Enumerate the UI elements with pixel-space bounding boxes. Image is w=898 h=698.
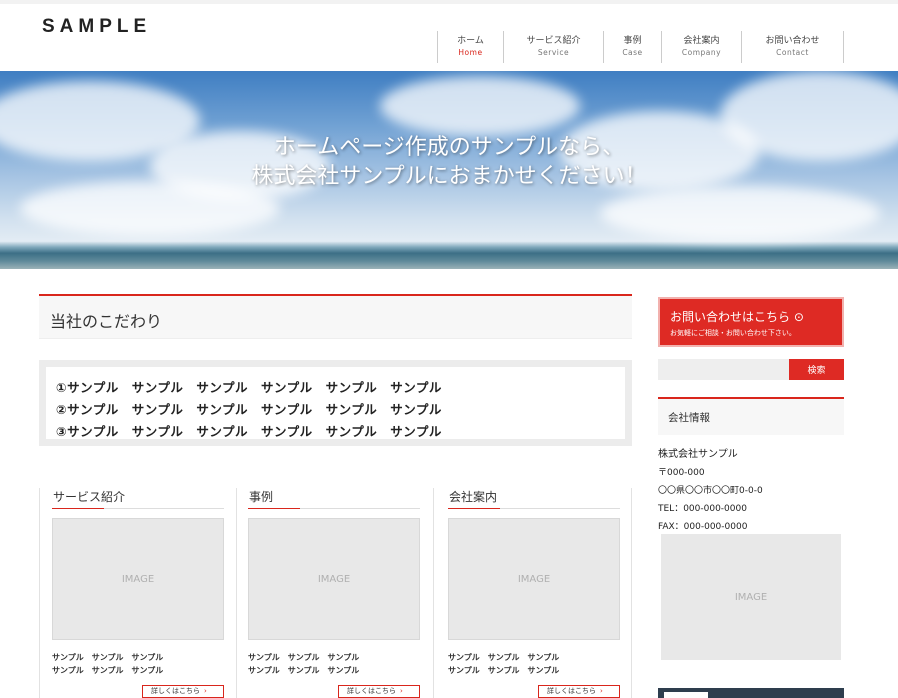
column-text-line: サンプル サンプル サンプル xyxy=(52,653,164,662)
column-title: 会社案内 xyxy=(448,488,620,509)
nav-item-contact[interactable]: お問い合わせ Contact xyxy=(742,31,844,63)
column-divider xyxy=(236,488,237,698)
column-text-line: サンプル サンプル サンプル xyxy=(248,653,360,662)
features-box: ①サンプル サンプル サンプル サンプル サンプル サンプル ②サンプル サンプ… xyxy=(39,360,632,446)
feature-line: ①サンプル サンプル サンプル サンプル サンプル サンプル xyxy=(56,380,442,395)
column-divider xyxy=(631,488,632,698)
cloud-shape xyxy=(380,76,580,136)
service-column: サービス紹介 IMAGE サンプル サンプル サンプル サンプル サンプル サン… xyxy=(52,488,224,698)
features-inner: ①サンプル サンプル サンプル サンプル サンプル サンプル ②サンプル サンプ… xyxy=(46,367,625,439)
sidebar-bottom-banner[interactable] xyxy=(658,688,844,698)
company-address: 〇〇県〇〇市〇〇町0-0-0 xyxy=(658,486,763,496)
nav-item-service[interactable]: サービス紹介 Service xyxy=(504,31,604,63)
feature-line: ②サンプル サンプル サンプル サンプル サンプル サンプル xyxy=(56,402,442,417)
nav-label: ホーム xyxy=(457,36,484,46)
column-text: サンプル サンプル サンプル サンプル サンプル サンプル xyxy=(248,651,420,677)
image-placeholder: IMAGE xyxy=(52,518,224,640)
column-text-line: サンプル サンプル サンプル xyxy=(52,666,164,675)
company-info-title: 会社情報 xyxy=(668,412,710,424)
hero-line-1: ホームページ作成のサンプルなら、 xyxy=(273,135,625,160)
column-text-line: サンプル サンプル サンプル xyxy=(448,653,560,662)
search-button[interactable]: 検索 xyxy=(789,359,844,380)
image-placeholder: IMAGE xyxy=(448,518,620,640)
cloud-shape xyxy=(600,186,880,241)
more-label: 詳しくはこちら xyxy=(547,687,596,695)
nav-item-company[interactable]: 会社案内 Company xyxy=(662,31,742,63)
company-column: 会社案内 IMAGE サンプル サンプル サンプル サンプル サンプル サンプル… xyxy=(448,488,620,698)
chevron-right-icon: › xyxy=(400,687,403,695)
contact-banner-title: お問い合わせはこちら ⊙ xyxy=(670,310,804,324)
image-placeholder: IMAGE xyxy=(248,518,420,640)
company-info: 株式会社サンプル 〒000-000 〇〇県〇〇市〇〇町0-0-0 TEL：000… xyxy=(658,446,763,536)
more-button[interactable]: 詳しくはこちら › xyxy=(338,685,420,698)
column-title: サービス紹介 xyxy=(52,488,224,509)
nav-sublabel: Home xyxy=(458,48,483,57)
more-label: 詳しくはこちら xyxy=(347,687,396,695)
column-text: サンプル サンプル サンプル サンプル サンプル サンプル xyxy=(52,651,224,677)
nav-label: 事例 xyxy=(623,36,642,46)
more-button[interactable]: 詳しくはこちら › xyxy=(142,685,224,698)
site-logo[interactable]: SAMPLE xyxy=(42,16,151,38)
column-divider xyxy=(433,488,434,698)
company-postal: 〒000-000 xyxy=(658,468,705,478)
section-title: 当社のこだわり xyxy=(50,312,163,331)
nav-label: お問い合わせ xyxy=(765,36,820,46)
hero-line-2: 株式会社サンプルにおまかせください！ xyxy=(251,164,647,189)
chevron-right-icon: › xyxy=(600,687,603,695)
feature-line: ③サンプル サンプル サンプル サンプル サンプル サンプル xyxy=(56,424,442,439)
company-name: 株式会社サンプル xyxy=(658,449,738,460)
nav-sublabel: Service xyxy=(537,48,570,57)
nav-item-case[interactable]: 事例 Case xyxy=(604,31,662,63)
nav-sublabel: Case xyxy=(622,48,643,57)
nav-label: サービス紹介 xyxy=(526,36,581,46)
contact-banner[interactable]: お問い合わせはこちら ⊙ お気軽にご相談・お問い合わせ下さい。 xyxy=(658,297,844,347)
hero-banner: ホームページ作成のサンプルなら、 株式会社サンプルにおまかせください！ xyxy=(0,71,898,269)
site-header: SAMPLE ホーム Home サービス紹介 Service 事例 Case 会… xyxy=(0,0,898,71)
column-text-line: サンプル サンプル サンプル xyxy=(448,666,560,675)
more-button[interactable]: 詳しくはこちら › xyxy=(538,685,620,698)
section-heading: 当社のこだわり xyxy=(39,294,632,339)
case-column: 事例 IMAGE サンプル サンプル サンプル サンプル サンプル サンプル 詳… xyxy=(248,488,420,698)
nav-sublabel: Contact xyxy=(776,48,809,57)
contact-banner-sub: お気軽にご相談・お問い合わせ下さい。 xyxy=(670,329,796,337)
nav-label: 会社案内 xyxy=(683,36,720,46)
search-input[interactable] xyxy=(658,359,789,380)
column-title: 事例 xyxy=(248,488,420,509)
nav-item-home[interactable]: ホーム Home xyxy=(438,31,504,63)
column-text: サンプル サンプル サンプル サンプル サンプル サンプル xyxy=(448,651,620,677)
company-info-heading: 会社情報 xyxy=(658,397,844,435)
column-divider xyxy=(39,488,40,698)
global-nav: ホーム Home サービス紹介 Service 事例 Case 会社案内 Com… xyxy=(437,31,844,63)
hero-catchcopy: ホームページ作成のサンプルなら、 株式会社サンプルにおまかせください！ xyxy=(0,133,898,191)
sidebar-image-placeholder: IMAGE xyxy=(661,534,841,660)
nav-sublabel: Company xyxy=(681,48,722,57)
more-label: 詳しくはこちら xyxy=(151,687,200,695)
company-tel: TEL：000-000-0000 xyxy=(658,504,747,514)
chevron-right-icon: › xyxy=(204,687,207,695)
column-text-line: サンプル サンプル サンプル xyxy=(248,666,360,675)
